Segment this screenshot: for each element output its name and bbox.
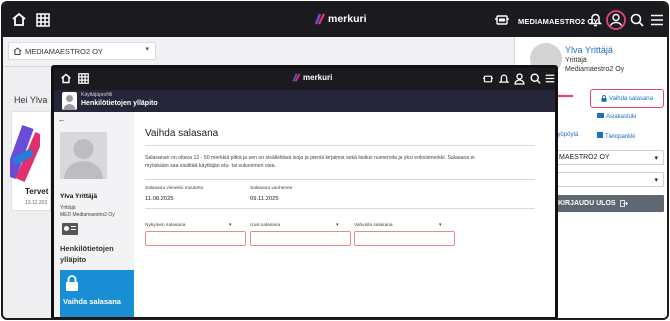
new-password-input[interactable] bbox=[251, 237, 350, 251]
brand-logo[interactable]: merkuri bbox=[314, 13, 367, 25]
user-avatar bbox=[62, 92, 77, 110]
new-password-label: Uusi salasana bbox=[250, 223, 281, 228]
outer-window: merkuri MEDIAMAESTRO2 OY MEDIAMAESTRO2 O… bbox=[1, 1, 669, 320]
last-changed-label: Salasana viimeksi muutettu bbox=[145, 186, 204, 191]
brand-name: merkuri bbox=[328, 13, 367, 25]
welcome-date: 13.12.202 bbox=[25, 200, 48, 206]
password-requirements: Salasanan on oltava 12 - 50 merkkiä pitk… bbox=[145, 155, 475, 169]
search-icon[interactable] bbox=[530, 73, 541, 84]
back-arrow-icon[interactable]: ← bbox=[58, 115, 66, 124]
logout-button[interactable]: KIRJAUDU ULOS bbox=[554, 195, 664, 212]
profile-role: Yrittäjä bbox=[565, 57, 587, 64]
current-password-field[interactable] bbox=[145, 231, 246, 251]
form-title: Vaihda salasana bbox=[145, 128, 219, 139]
bell-icon[interactable] bbox=[499, 73, 509, 85]
lock-icon bbox=[66, 275, 78, 291]
divider bbox=[145, 145, 535, 146]
outer-topbar: merkuri MEDIAMAESTRO2 OY bbox=[3, 3, 667, 37]
chevron-down-icon: ▾ bbox=[654, 176, 658, 184]
logout-icon bbox=[619, 200, 628, 207]
profile-name: Ylva Yrittäjä bbox=[565, 45, 613, 55]
brand-logo-icon bbox=[292, 73, 301, 82]
panel-org-select[interactable]: MAESTRO2 OY ▾ bbox=[554, 150, 664, 165]
grid-icon[interactable] bbox=[36, 13, 50, 27]
support-agent-icon[interactable] bbox=[494, 13, 510, 27]
confirm-password-input[interactable] bbox=[355, 237, 454, 251]
confirm-password-label: Vahvista salasana bbox=[354, 223, 393, 228]
org-select-value: MEDIAMAESTRO2 OY bbox=[25, 46, 103, 56]
inner-topbar: merkuri bbox=[54, 68, 555, 90]
last-changed-value: 11.08.2025 bbox=[145, 196, 174, 202]
chevron-down-icon: ▾ bbox=[336, 222, 339, 228]
lock-icon bbox=[601, 95, 607, 102]
menu-icon[interactable] bbox=[650, 14, 664, 26]
chevron-down-icon: ▾ bbox=[654, 154, 658, 162]
sidebar-user-role: Yrittäjä bbox=[60, 205, 76, 211]
divider bbox=[145, 208, 535, 209]
user-icon[interactable] bbox=[514, 73, 525, 85]
menu-icon[interactable] bbox=[545, 74, 555, 83]
sidebar-item-change-password[interactable]: Vaihda salasana bbox=[60, 270, 134, 317]
support-agent-icon[interactable] bbox=[482, 74, 494, 84]
confirm-password-field[interactable] bbox=[354, 231, 455, 251]
brand-watermark-icon bbox=[10, 124, 40, 182]
profile-company: Mediamaestro2 Oy bbox=[565, 66, 625, 73]
home-icon[interactable] bbox=[60, 73, 72, 84]
expires-value: 09.11.2025 bbox=[250, 196, 279, 202]
grid-icon[interactable] bbox=[78, 73, 89, 84]
new-password-field[interactable] bbox=[250, 231, 351, 251]
search-icon[interactable] bbox=[630, 13, 644, 27]
welcome-text: Tervet bbox=[25, 187, 49, 196]
chevron-down-icon: ▾ bbox=[145, 46, 149, 53]
profile-photo bbox=[60, 132, 107, 179]
logout-label: KIRJAUDU ULOS bbox=[558, 200, 616, 207]
support-icon bbox=[597, 113, 604, 118]
change-password-button[interactable]: Vaihda salasana bbox=[590, 89, 664, 108]
breadcrumb-parent[interactable]: Käyttäjäprofiili bbox=[81, 92, 112, 98]
knowledge-base-link[interactable]: Tietopankki bbox=[597, 132, 635, 140]
change-password-form: Vaihda salasana Salasanan on oltava 12 -… bbox=[134, 112, 555, 317]
expires-label: Salasana vanhenee bbox=[250, 186, 293, 191]
home-small-icon bbox=[13, 47, 22, 55]
book-icon bbox=[597, 132, 603, 138]
divider bbox=[145, 179, 535, 180]
welcome-card bbox=[10, 111, 51, 211]
home-icon[interactable] bbox=[11, 12, 27, 27]
user-icon[interactable] bbox=[606, 10, 626, 30]
change-password-label: Vaihda salasana bbox=[609, 95, 653, 102]
org-bar: MEDIAMAESTRO2 OY ▾ bbox=[3, 37, 513, 67]
current-password-input[interactable] bbox=[146, 237, 245, 251]
sidebar-item-personal-data[interactable]: Henkilötietojen ylläpito bbox=[60, 243, 120, 265]
chevron-down-icon: ▾ bbox=[229, 222, 232, 228]
sidebar-user-name: Ylva Yrittäjä bbox=[60, 193, 98, 200]
id-card-icon bbox=[62, 223, 78, 235]
chevron-down-icon: ▾ bbox=[439, 222, 442, 228]
zoomed-window: merkuri Käyttäjäprofiili Henkilötietojen… bbox=[51, 65, 558, 318]
sidebar-user-company: MED Mediamaestro2 Oy bbox=[60, 212, 115, 218]
panel-secondary-select[interactable]: ▾ bbox=[554, 172, 664, 187]
company-name[interactable]: MEDIAMAESTRO2 OY bbox=[518, 17, 598, 26]
support-link[interactable]: Asiakastuki bbox=[597, 113, 636, 120]
inner-brand-logo[interactable]: merkuri bbox=[292, 73, 332, 82]
org-select[interactable]: MEDIAMAESTRO2 OY ▾ bbox=[8, 42, 156, 60]
page-title: Henkilötietojen ylläpito bbox=[81, 100, 158, 107]
sidebar-item-change-password-label: Vaihda salasana bbox=[63, 297, 121, 306]
inner-page-header: Käyttäjäprofiili Henkilötietojen ylläpit… bbox=[54, 90, 555, 112]
greeting: Hei Ylva bbox=[14, 95, 48, 105]
current-password-label: Nykyinen salasana bbox=[145, 223, 186, 228]
bell-icon[interactable] bbox=[589, 12, 602, 27]
brand-logo-icon bbox=[314, 13, 326, 25]
